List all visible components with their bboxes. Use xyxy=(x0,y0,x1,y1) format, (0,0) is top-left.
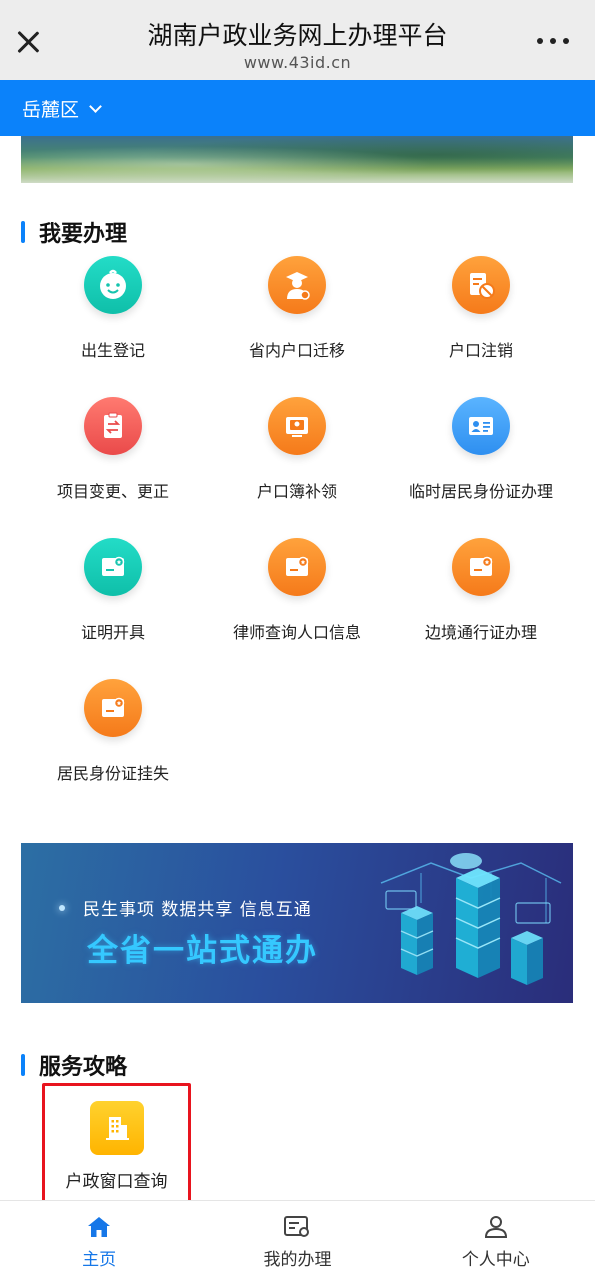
service-item-record-change[interactable]: 项目变更、更正 xyxy=(21,397,205,538)
page-url: www.43id.cn xyxy=(243,53,352,72)
user-icon xyxy=(484,1216,507,1238)
cancel-document-icon xyxy=(452,256,510,314)
glow-dot xyxy=(59,905,65,911)
section-title-apply: 我要办理 xyxy=(39,222,128,247)
task-list-icon xyxy=(284,1216,310,1237)
server-network-illustration xyxy=(380,853,562,985)
service-item-certificate-issuance[interactable]: 证明开具 xyxy=(21,538,205,679)
region-label: 岳麓区 xyxy=(22,99,80,121)
tab-label: 我的办理 xyxy=(263,1250,332,1270)
chevron-down-icon xyxy=(89,99,102,113)
service-item-hukou-cancellation[interactable]: 户口注销 xyxy=(389,256,573,397)
section-header-apply: 我要办理 xyxy=(21,216,127,248)
tab-home[interactable]: 主页 xyxy=(0,1201,198,1270)
service-item-border-pass[interactable]: 边境通行证办理 xyxy=(389,538,573,679)
service-item-label: 临时居民身份证办理 xyxy=(408,482,553,501)
promo-tagline: 民生事项 数据共享 信息互通 xyxy=(83,900,312,920)
section-header-guide: 服务攻略 xyxy=(21,1049,127,1081)
service-item-label: 律师查询人口信息 xyxy=(232,623,361,642)
home-icon xyxy=(88,1217,111,1237)
graduate-person-icon xyxy=(268,256,326,314)
service-item-label: 边境通行证办理 xyxy=(424,623,537,642)
bottom-tab-bar: 主页 我的办理 个人中心 xyxy=(0,1200,595,1270)
guide-item-office-query[interactable]: 户政窗口查询 xyxy=(42,1083,191,1204)
certificate-star-icon xyxy=(452,538,510,596)
scenery-banner[interactable] xyxy=(21,136,573,183)
service-item-temporary-id-card[interactable]: 临时居民身份证办理 xyxy=(389,397,573,538)
service-item-label: 项目变更、更正 xyxy=(56,482,169,501)
guide-item-label: 户政窗口查询 xyxy=(65,1172,168,1192)
browser-top-bar: 湖南户政业务网上办理平台 www.43id.cn xyxy=(0,0,595,80)
tab-my-applications[interactable]: 我的办理 xyxy=(198,1201,396,1270)
region-selector[interactable]: 岳麓区 xyxy=(22,95,102,122)
baby-face-icon xyxy=(84,256,142,314)
service-item-label: 省内户口迁移 xyxy=(248,341,345,360)
service-item-lawyer-population-query[interactable]: 律师查询人口信息 xyxy=(205,538,389,679)
service-item-label: 出生登记 xyxy=(80,341,145,360)
service-item-id-card-loss-report[interactable]: 居民身份证挂失 xyxy=(21,679,205,820)
page-title: 湖南户政业务网上办理平台 xyxy=(147,21,448,50)
promo-headline: 全省一站式通办 xyxy=(87,933,318,969)
id-card-screen-icon xyxy=(268,397,326,455)
service-item-label: 证明开具 xyxy=(80,623,145,642)
certificate-star-icon xyxy=(84,679,142,737)
section-accent-bar xyxy=(21,1054,25,1076)
certificate-star-icon xyxy=(268,538,326,596)
region-bar: 岳麓区 xyxy=(0,80,595,136)
clipboard-exchange-icon xyxy=(84,397,142,455)
certificate-star-icon xyxy=(84,538,142,596)
more-options-icon[interactable] xyxy=(537,36,569,46)
tab-label: 主页 xyxy=(82,1250,117,1270)
section-title-guide: 服务攻略 xyxy=(39,1055,128,1080)
service-item-birth-registration[interactable]: 出生登记 xyxy=(21,256,205,397)
service-item-label: 户口簿补领 xyxy=(256,482,337,501)
section-accent-bar xyxy=(21,221,25,243)
promo-banner[interactable]: 民生事项 数据共享 信息互通 全省一站式通办 xyxy=(21,843,573,1003)
service-item-label: 居民身份证挂失 xyxy=(56,764,169,783)
tab-personal-center[interactable]: 个人中心 xyxy=(397,1201,595,1270)
service-item-hukou-book-reissue[interactable]: 户口簿补领 xyxy=(205,397,389,538)
office-building-icon xyxy=(89,1101,144,1155)
contact-card-icon xyxy=(452,397,510,455)
service-item-in-province-migration[interactable]: 省内户口迁移 xyxy=(205,256,389,397)
service-item-label: 户口注销 xyxy=(448,341,513,360)
tab-label: 个人中心 xyxy=(461,1250,530,1270)
service-grid: 出生登记 省内户口迁移 户口注销 项目变更、更正 户口簿补领 临时居民身份证办理 xyxy=(21,256,573,820)
